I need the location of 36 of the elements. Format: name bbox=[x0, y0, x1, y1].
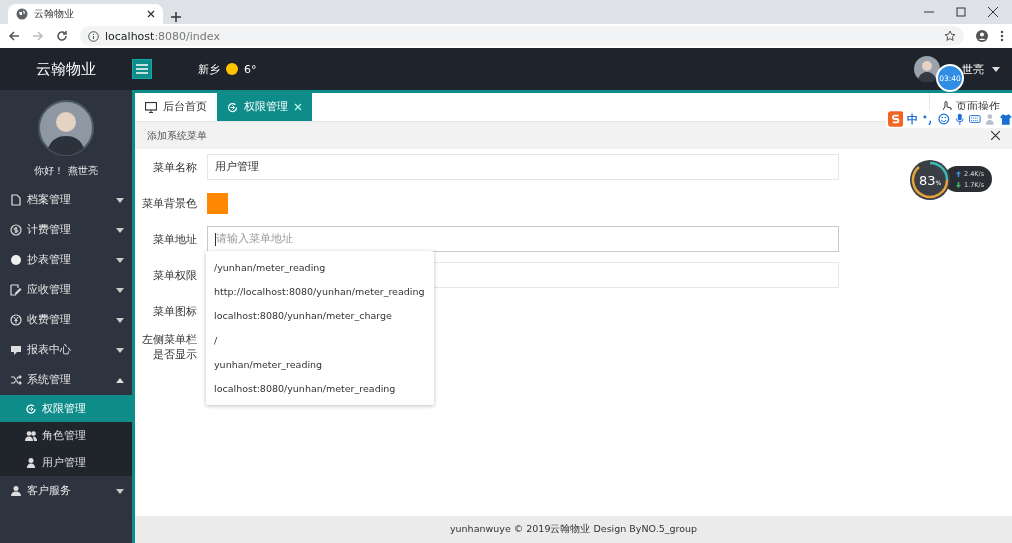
sidebar-item[interactable]: 应收管理 bbox=[0, 275, 132, 305]
greeting-text: 你好！ 燕世亮 bbox=[34, 164, 98, 178]
browser-tab[interactable]: 云翰物业 bbox=[8, 4, 163, 24]
sidebar-item[interactable]: 计费管理 bbox=[0, 215, 132, 245]
field-label: 菜单背景色 bbox=[141, 195, 197, 211]
sidebar-item[interactable]: 抄表管理 bbox=[0, 245, 132, 275]
temperature: 6° bbox=[244, 62, 257, 76]
field-label: 菜单名称 bbox=[152, 159, 197, 175]
suggestion-option[interactable]: / bbox=[206, 327, 434, 353]
url-text: localhost:8080/index bbox=[105, 29, 220, 43]
sidebar-item[interactable]: 报表中心 bbox=[0, 335, 132, 365]
input-field[interactable]: 用户管理 bbox=[207, 154, 839, 180]
city-name: 新乡 bbox=[198, 61, 220, 77]
suggestion-option[interactable]: yunhan/meter_reading bbox=[206, 352, 434, 377]
ime-mode-button[interactable]: 中 bbox=[907, 111, 919, 127]
field-label: 菜单地址 bbox=[152, 231, 197, 247]
sidebar-subitem[interactable]: 用户管理 bbox=[0, 449, 132, 476]
tab[interactable]: 权限管理 bbox=[217, 93, 312, 121]
footer-text: yunhanwuye © 2019云翰物业 Design ByNO.5_group bbox=[135, 516, 1012, 543]
user-name[interactable]: 世亮 bbox=[962, 61, 984, 77]
suggestion-option[interactable]: http://localhost:8080/yunhan/meter_reading bbox=[206, 279, 434, 304]
sidebar-item[interactable]: 客户服务 bbox=[0, 476, 132, 506]
field-label: 菜单权限 bbox=[152, 267, 197, 283]
sidebar-item[interactable]: 系统管理 bbox=[0, 365, 132, 395]
suggestion-option[interactable]: localhost:8080/yunhan/meter_charge bbox=[206, 303, 434, 328]
panel-title: 添加系统菜单 bbox=[147, 128, 208, 143]
field-label: 菜单图标 bbox=[152, 303, 197, 319]
sidebar-item[interactable]: 收费管理 bbox=[0, 305, 132, 335]
suggestion-option[interactable]: localhost:8080/yunhan/meter_reading bbox=[206, 376, 434, 401]
brand-name: 云翰物业 bbox=[36, 59, 96, 79]
sidebar-subitem[interactable]: 角色管理 bbox=[0, 422, 132, 449]
field-label: 左侧菜单栏是否显示 bbox=[141, 332, 197, 362]
sidebar-subitem[interactable]: 权限管理 bbox=[0, 395, 132, 422]
sidebar-item[interactable]: 档案管理 bbox=[0, 185, 132, 215]
address-bar[interactable]: localhost:8080/index bbox=[80, 26, 964, 46]
suggestion-option[interactable]: /yunhan/meter_reading bbox=[206, 255, 434, 280]
